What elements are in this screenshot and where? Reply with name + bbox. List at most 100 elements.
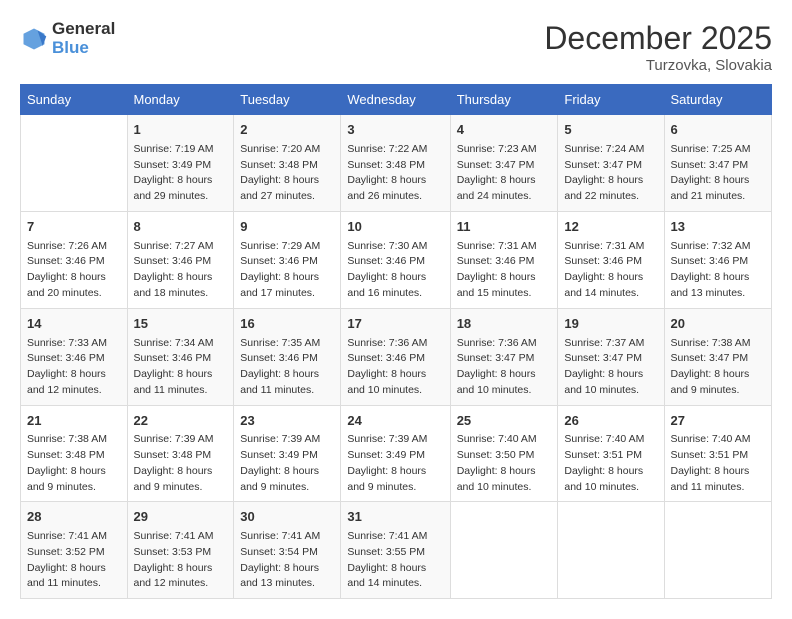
calendar-cell: 31Sunrise: 7:41 AMSunset: 3:55 PMDayligh… [341, 502, 450, 599]
weekday-header-thursday: Thursday [450, 85, 558, 115]
day-info: Sunrise: 7:22 AMSunset: 3:48 PMDaylight:… [347, 142, 443, 205]
calendar-cell: 23Sunrise: 7:39 AMSunset: 3:49 PMDayligh… [234, 405, 341, 502]
sunrise-text: Sunrise: 7:40 AM [457, 432, 552, 448]
logo-blue-text: Blue [52, 39, 115, 58]
calendar-cell: 22Sunrise: 7:39 AMSunset: 3:48 PMDayligh… [127, 405, 234, 502]
sunset-text: Sunset: 3:46 PM [457, 254, 552, 270]
day-info: Sunrise: 7:40 AMSunset: 3:51 PMDaylight:… [564, 432, 657, 495]
day-info: Sunrise: 7:36 AMSunset: 3:47 PMDaylight:… [457, 336, 552, 399]
day-number: 27 [671, 412, 766, 431]
day-info: Sunrise: 7:27 AMSunset: 3:46 PMDaylight:… [134, 239, 228, 302]
weekday-header-tuesday: Tuesday [234, 85, 341, 115]
day-number: 13 [671, 218, 766, 237]
calendar-cell: 29Sunrise: 7:41 AMSunset: 3:53 PMDayligh… [127, 502, 234, 599]
sunset-text: Sunset: 3:49 PM [134, 158, 228, 174]
daylight-text: Daylight: 8 hours and 10 minutes. [564, 464, 657, 496]
page-header: General Blue December 2025 Turzovka, Slo… [20, 20, 772, 74]
daylight-text: Daylight: 8 hours and 20 minutes. [27, 270, 121, 302]
sunset-text: Sunset: 3:46 PM [134, 351, 228, 367]
sunrise-text: Sunrise: 7:40 AM [564, 432, 657, 448]
sunset-text: Sunset: 3:49 PM [240, 448, 334, 464]
day-number: 18 [457, 315, 552, 334]
day-number: 17 [347, 315, 443, 334]
daylight-text: Daylight: 8 hours and 29 minutes. [134, 173, 228, 205]
day-info: Sunrise: 7:31 AMSunset: 3:46 PMDaylight:… [564, 239, 657, 302]
sunrise-text: Sunrise: 7:26 AM [27, 239, 121, 255]
daylight-text: Daylight: 8 hours and 9 minutes. [671, 367, 766, 399]
calendar-cell: 4 Sunrise: 7:23 AMSunset: 3:47 PMDaylight… [450, 115, 558, 212]
sunset-text: Sunset: 3:46 PM [564, 254, 657, 270]
day-info: Sunrise: 7:41 AMSunset: 3:53 PMDaylight:… [134, 529, 228, 592]
sunset-text: Sunset: 3:54 PM [240, 545, 334, 561]
day-info: Sunrise: 7:34 AMSunset: 3:46 PMDaylight:… [134, 336, 228, 399]
sunrise-text: Sunrise: 7:41 AM [347, 529, 443, 545]
sunset-text: Sunset: 3:55 PM [347, 545, 443, 561]
sunrise-text: Sunrise: 7:20 AM [240, 142, 334, 158]
calendar-cell: 19Sunrise: 7:37 AMSunset: 3:47 PMDayligh… [558, 308, 664, 405]
sunset-text: Sunset: 3:48 PM [134, 448, 228, 464]
calendar-cell: 28Sunrise: 7:41 AMSunset: 3:52 PMDayligh… [21, 502, 128, 599]
sunrise-text: Sunrise: 7:36 AM [457, 336, 552, 352]
sunrise-text: Sunrise: 7:41 AM [134, 529, 228, 545]
day-info: Sunrise: 7:39 AMSunset: 3:49 PMDaylight:… [347, 432, 443, 495]
calendar-cell: 21Sunrise: 7:38 AMSunset: 3:48 PMDayligh… [21, 405, 128, 502]
daylight-text: Daylight: 8 hours and 24 minutes. [457, 173, 552, 205]
sunrise-text: Sunrise: 7:41 AM [27, 529, 121, 545]
sunrise-text: Sunrise: 7:38 AM [671, 336, 766, 352]
sunset-text: Sunset: 3:53 PM [134, 545, 228, 561]
weekday-header-saturday: Saturday [664, 85, 772, 115]
daylight-text: Daylight: 8 hours and 11 minutes. [27, 561, 121, 593]
daylight-text: Daylight: 8 hours and 17 minutes. [240, 270, 334, 302]
daylight-text: Daylight: 8 hours and 27 minutes. [240, 173, 334, 205]
sunrise-text: Sunrise: 7:38 AM [27, 432, 121, 448]
daylight-text: Daylight: 8 hours and 13 minutes. [671, 270, 766, 302]
day-info: Sunrise: 7:23 AMSunset: 3:47 PMDaylight:… [457, 142, 552, 205]
day-info: Sunrise: 7:38 AMSunset: 3:48 PMDaylight:… [27, 432, 121, 495]
daylight-text: Daylight: 8 hours and 9 minutes. [134, 464, 228, 496]
sunset-text: Sunset: 3:52 PM [27, 545, 121, 561]
sunrise-text: Sunrise: 7:39 AM [347, 432, 443, 448]
sunrise-text: Sunrise: 7:39 AM [240, 432, 334, 448]
calendar-cell: 11Sunrise: 7:31 AMSunset: 3:46 PMDayligh… [450, 211, 558, 308]
sunset-text: Sunset: 3:48 PM [240, 158, 334, 174]
sunset-text: Sunset: 3:46 PM [27, 351, 121, 367]
day-info: Sunrise: 7:19 AMSunset: 3:49 PMDaylight:… [134, 142, 228, 205]
calendar-cell: 25Sunrise: 7:40 AMSunset: 3:50 PMDayligh… [450, 405, 558, 502]
daylight-text: Daylight: 8 hours and 11 minutes. [240, 367, 334, 399]
calendar-cell [558, 502, 664, 599]
daylight-text: Daylight: 8 hours and 22 minutes. [564, 173, 657, 205]
sunrise-text: Sunrise: 7:33 AM [27, 336, 121, 352]
day-info: Sunrise: 7:30 AMSunset: 3:46 PMDaylight:… [347, 239, 443, 302]
weekday-header-monday: Monday [127, 85, 234, 115]
calendar-week-row: 7 Sunrise: 7:26 AM Sunset: 3:46 PM Daylight… [21, 211, 772, 308]
calendar-cell [21, 115, 128, 212]
day-number: 7 [27, 218, 121, 237]
sunrise-text: Sunrise: 7:40 AM [671, 432, 766, 448]
calendar-cell [450, 502, 558, 599]
daylight-text: Daylight: 8 hours and 10 minutes. [457, 464, 552, 496]
sunrise-text: Sunrise: 7:31 AM [457, 239, 552, 255]
day-number: 1 [134, 121, 228, 140]
calendar-cell: 7Sunrise: 7:26 AMSunset: 3:46 PMDaylight… [21, 211, 128, 308]
location-title: Turzovka, Slovakia [544, 57, 772, 74]
sunrise-text: Sunrise: 7:19 AM [134, 142, 228, 158]
daylight-text: Daylight: 8 hours and 16 minutes. [347, 270, 443, 302]
day-number: 4 [457, 121, 552, 140]
day-number: 2 [240, 121, 334, 140]
daylight-text: Daylight: 8 hours and 18 minutes. [134, 270, 228, 302]
day-info: Sunrise: 7:40 AMSunset: 3:51 PMDaylight:… [671, 432, 766, 495]
daylight-text: Daylight: 8 hours and 12 minutes. [134, 561, 228, 593]
calendar-cell: 18 Sunrise: 7:36 AMSunset: 3:47 PMDayligh… [450, 308, 558, 405]
day-info: Sunrise: 7:39 AMSunset: 3:49 PMDaylight:… [240, 432, 334, 495]
day-number: 3 [347, 121, 443, 140]
calendar-cell: 16Sunrise: 7:35 AMSunset: 3:46 PMDayligh… [234, 308, 341, 405]
sunrise-text: Sunrise: 7:29 AM [240, 239, 334, 255]
sunrise-text: Sunrise: 7:34 AM [134, 336, 228, 352]
day-info: Sunrise: 7:38 AMSunset: 3:47 PMDaylight:… [671, 336, 766, 399]
day-number: 21 [27, 412, 121, 431]
calendar-cell: 5Sunrise: 7:24 AMSunset: 3:47 PMDaylight… [558, 115, 664, 212]
calendar-week-row: 28Sunrise: 7:41 AMSunset: 3:52 PMDayligh… [21, 502, 772, 599]
day-number: 14 [27, 315, 121, 334]
calendar-cell: 15Sunrise: 7:34 AMSunset: 3:46 PMDayligh… [127, 308, 234, 405]
daylight-text: Daylight: 8 hours and 9 minutes. [27, 464, 121, 496]
